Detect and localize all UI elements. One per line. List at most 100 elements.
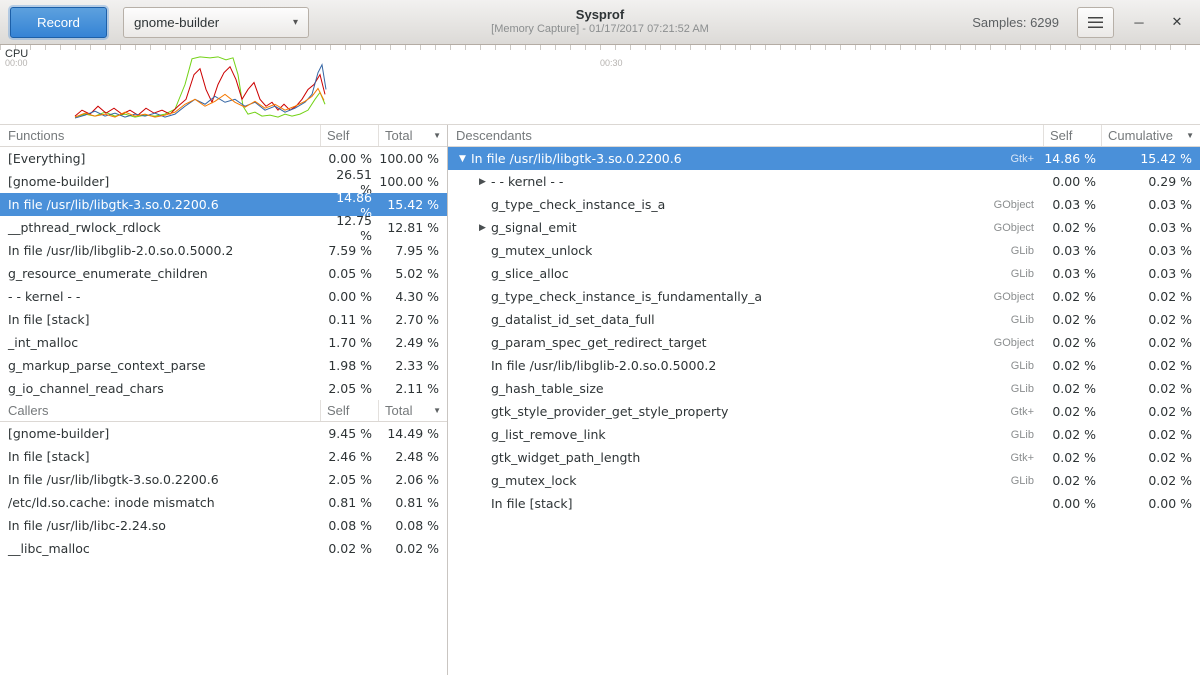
descendant-name: g_type_check_instance_is_a [491, 197, 665, 212]
total-percent: 4.30 % [379, 289, 447, 304]
descendants-table: In file /usr/lib/libgtk-3.so.0.2200.6 Gt… [448, 147, 1200, 515]
descendant-name: In file [stack] [491, 496, 573, 511]
self-percent: 0.02 % [1044, 220, 1102, 235]
table-row[interactable]: In file /usr/lib/libglib-2.0.so.0.5000.2… [448, 354, 1200, 377]
cpu-graph-svg [0, 45, 1200, 124]
self-percent: 0.81 % [321, 495, 379, 510]
descendant-name: In file /usr/lib/libgtk-3.so.0.2200.6 [471, 151, 682, 166]
library-badge: GObject [994, 337, 1044, 349]
function-name: [Everything] [0, 151, 321, 166]
self-percent: 0.02 % [1044, 289, 1102, 304]
self-percent: 0.08 % [321, 518, 379, 533]
table-row[interactable]: g_list_remove_link GLib 0.02 % 0.02 % [448, 423, 1200, 446]
table-row[interactable]: g_param_spec_get_redirect_target GObject… [448, 331, 1200, 354]
descendant-name: g_slice_alloc [491, 266, 569, 281]
chevron-down-icon: ▾ [293, 17, 298, 28]
function-name: - - kernel - - [0, 289, 321, 304]
table-row[interactable]: /etc/ld.so.cache: inode mismatch 0.81 % … [0, 491, 447, 514]
descendant-name: g_datalist_id_set_data_full [491, 312, 655, 327]
self-percent: 0.05 % [321, 266, 379, 281]
self-percent: 1.98 % [321, 358, 379, 373]
table-row[interactable]: [Everything] 0.00 % 100.00 % [0, 147, 447, 170]
callers-self-column-header[interactable]: Self [321, 400, 379, 421]
self-percent: 0.02 % [1044, 358, 1102, 373]
table-row[interactable]: [gnome-builder] 9.45 % 14.49 % [0, 422, 447, 445]
cumulative-percent: 0.03 % [1102, 266, 1200, 281]
table-row[interactable]: g_mutex_lock GLib 0.02 % 0.02 % [448, 469, 1200, 492]
self-percent: 0.03 % [1044, 197, 1102, 212]
table-row[interactable]: g_io_channel_read_chars 2.05 % 2.11 % [0, 377, 447, 400]
menu-button[interactable] [1077, 7, 1114, 38]
library-badge: Gtk+ [1010, 406, 1044, 418]
table-row[interactable]: gtk_widget_path_length Gtk+ 0.02 % 0.02 … [448, 446, 1200, 469]
self-percent: 9.45 % [321, 426, 379, 441]
table-row[interactable]: In file /usr/lib/libglib-2.0.so.0.5000.2… [0, 239, 447, 262]
table-row[interactable]: - - kernel - - 0.00 % 4.30 % [0, 285, 447, 308]
table-row[interactable]: In file /usr/lib/libgtk-3.so.0.2200.6 14… [0, 193, 447, 216]
table-row[interactable]: g_slice_alloc GLib 0.03 % 0.03 % [448, 262, 1200, 285]
descendant-name: g_signal_emit [491, 220, 577, 235]
table-row[interactable]: g_signal_emit GObject 0.02 % 0.03 % [448, 216, 1200, 239]
table-row[interactable]: gtk_style_provider_get_style_property Gt… [448, 400, 1200, 423]
functions-total-column-header[interactable]: Total ▼ [379, 125, 447, 146]
record-button[interactable]: Record [10, 7, 107, 38]
function-name: In file /usr/lib/libgtk-3.so.0.2200.6 [0, 197, 321, 212]
callers-column-header[interactable]: Callers [0, 400, 321, 421]
functions-table: [Everything] 0.00 % 100.00 % [gnome-buil… [0, 147, 447, 400]
table-row[interactable]: [gnome-builder] 26.51 % 100.00 % [0, 170, 447, 193]
table-row[interactable]: In file [stack] 0.00 % 0.00 % [448, 492, 1200, 515]
table-row[interactable]: g_hash_table_size GLib 0.02 % 0.02 % [448, 377, 1200, 400]
self-percent: 0.03 % [1044, 266, 1102, 281]
callers-table: [gnome-builder] 9.45 % 14.49 % In file [… [0, 422, 447, 560]
total-percent: 5.02 % [379, 266, 447, 281]
hamburger-icon [1088, 17, 1103, 28]
expander-icon[interactable] [474, 177, 491, 187]
table-row[interactable]: g_resource_enumerate_children 0.05 % 5.0… [0, 262, 447, 285]
minimize-button[interactable]: ─ [1126, 9, 1152, 35]
descendant-name: g_type_check_instance_is_fundamentally_a [491, 289, 762, 304]
close-button[interactable]: ✕ [1164, 9, 1190, 35]
cumulative-percent: 0.02 % [1102, 335, 1200, 350]
total-percent: 0.02 % [379, 541, 447, 556]
self-percent: 7.59 % [321, 243, 379, 258]
functions-column-header[interactable]: Functions [0, 125, 321, 146]
function-name: In file [stack] [0, 312, 321, 327]
descendants-self-column-header[interactable]: Self [1044, 125, 1102, 146]
cumulative-percent: 0.03 % [1102, 197, 1200, 212]
table-row[interactable]: g_datalist_id_set_data_full GLib 0.02 % … [448, 308, 1200, 331]
descendant-name: gtk_widget_path_length [491, 450, 640, 465]
descendants-column-header[interactable]: Descendants [448, 125, 1044, 146]
total-percent: 2.49 % [379, 335, 447, 350]
expander-icon[interactable] [454, 154, 471, 164]
table-row[interactable]: g_markup_parse_context_parse 1.98 % 2.33… [0, 354, 447, 377]
table-row[interactable]: In file /usr/lib/libgtk-3.so.0.2200.6 2.… [0, 468, 447, 491]
total-percent: 12.81 % [379, 220, 447, 235]
library-badge: GLib [1011, 475, 1044, 487]
table-row[interactable]: _int_malloc 1.70 % 2.49 % [0, 331, 447, 354]
descendant-name: g_param_spec_get_redirect_target [491, 335, 707, 350]
self-percent: 14.86 % [1044, 151, 1102, 166]
callers-total-column-header[interactable]: Total ▼ [379, 400, 447, 421]
library-badge: GObject [994, 199, 1044, 211]
functions-self-column-header[interactable]: Self [321, 125, 379, 146]
cpu-usage-graph[interactable]: CPU 00:00 00:30 [0, 45, 1200, 125]
table-row[interactable]: __pthread_rwlock_rdlock 12.75 % 12.81 % [0, 216, 447, 239]
function-name: _int_malloc [0, 335, 321, 350]
process-selector-dropdown[interactable]: gnome-builder ▾ [123, 7, 309, 38]
table-row[interactable]: __libc_malloc 0.02 % 0.02 % [0, 537, 447, 560]
expander-icon[interactable] [474, 223, 491, 233]
table-row[interactable]: In file /usr/lib/libc-2.24.so 0.08 % 0.0… [0, 514, 447, 537]
table-row[interactable]: In file [stack] 0.11 % 2.70 % [0, 308, 447, 331]
table-row[interactable]: g_mutex_unlock GLib 0.03 % 0.03 % [448, 239, 1200, 262]
table-row[interactable]: - - kernel - - 0.00 % 0.29 % [448, 170, 1200, 193]
main-content: Functions Self Total ▼ [Everything] 0.00… [0, 125, 1200, 675]
descendants-cumulative-column-header[interactable]: Cumulative ▼ [1102, 125, 1200, 146]
callers-header-row: Callers Self Total ▼ [0, 400, 447, 422]
cumulative-percent: 0.29 % [1102, 174, 1200, 189]
table-row[interactable]: g_type_check_instance_is_fundamentally_a… [448, 285, 1200, 308]
cumulative-percent: 0.03 % [1102, 243, 1200, 258]
table-row[interactable]: g_type_check_instance_is_a GObject 0.03 … [448, 193, 1200, 216]
self-percent: 2.05 % [321, 381, 379, 396]
table-row[interactable]: In file /usr/lib/libgtk-3.so.0.2200.6 Gt… [448, 147, 1200, 170]
table-row[interactable]: In file [stack] 2.46 % 2.48 % [0, 445, 447, 468]
